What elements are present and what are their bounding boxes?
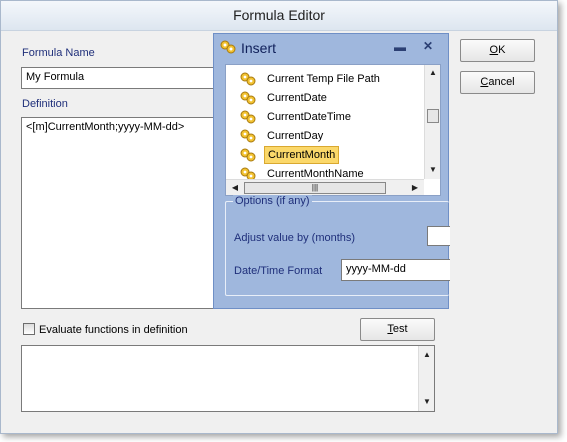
function-icon [239,147,257,163]
function-list-item[interactable]: CurrentDateTime [264,108,354,126]
function-icon [219,38,237,56]
formula-name-input[interactable]: My Formula [21,67,221,89]
ok-button[interactable]: OK [460,39,535,62]
dialog-titlebar[interactable]: Formula Editor [1,1,557,31]
datetime-format-label: Date/Time Format [234,265,323,277]
function-list[interactable]: Current Temp File Path CurrentDate Current… [225,64,441,196]
scroll-down-icon[interactable]: ▼ [426,163,440,177]
scroll-up-icon[interactable]: ▲ [426,66,440,80]
close-icon[interactable]: ✕ [423,39,433,53]
function-icon [239,71,257,87]
options-group: Options (if any) Adjust value by (months… [225,195,450,296]
definition-label: Definition [22,98,68,110]
scroll-right-icon[interactable]: ▶ [408,181,422,195]
minimize-icon[interactable]: ▬ [394,40,406,54]
definition-textarea[interactable]: <[m]CurrentMonth;yyyy-MM-dd> [21,117,221,309]
function-list-item[interactable]: CurrentMonth [264,146,340,164]
formula-name-label: Formula Name [22,47,95,59]
evaluate-functions-checkbox[interactable] [23,323,35,335]
function-list-item[interactable]: Current Temp File Path [264,70,383,88]
dialog-title: Formula Editor [233,7,325,23]
h-scroll-thumb[interactable]: ||| [244,182,386,194]
list-vertical-scrollbar[interactable]: ▲ ▼ [424,65,440,179]
function-icon [239,128,257,144]
function-icon [239,90,257,106]
test-button[interactable]: Test [360,318,435,341]
cancel-button[interactable]: Cancel [460,71,535,94]
output-scrollbar[interactable]: ▲ ▼ [418,346,434,411]
list-horizontal-scrollbar[interactable]: ◀ ||| ▶ [226,179,424,195]
test-output-box[interactable]: ▲ ▼ [21,345,435,412]
function-list-item[interactable]: CurrentDate [264,89,330,107]
adjust-value-label: Adjust value by (months) [234,232,356,244]
scroll-thumb[interactable] [427,109,439,123]
options-legend: Options (if any) [233,195,312,207]
scroll-up-icon[interactable]: ▲ [420,348,434,362]
scroll-down-icon[interactable]: ▼ [420,395,434,409]
evaluate-functions-label: Evaluate functions in definition [39,324,188,336]
adjust-value-input[interactable] [427,226,450,246]
function-list-item[interactable]: CurrentDay [264,127,326,145]
scroll-left-icon[interactable]: ◀ [228,181,242,195]
function-icon [239,109,257,125]
insert-panel: Insert ▬ ✕ Current Temp File Path Current… [213,33,450,309]
insert-panel-title: Insert [241,40,277,56]
datetime-format-input[interactable]: yyyy-MM-dd [341,259,450,281]
